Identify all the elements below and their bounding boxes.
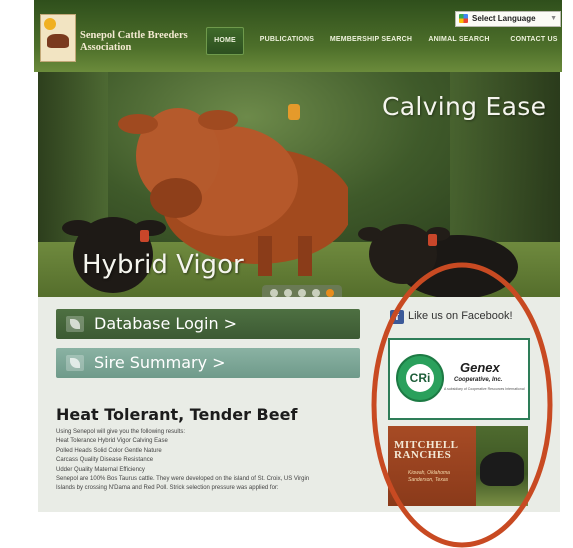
google-translate-icon bbox=[459, 14, 468, 23]
chevron-down-icon: ▼ bbox=[550, 15, 557, 22]
article-line: Carcass Quality Disease Resistance bbox=[56, 457, 154, 464]
article-line: Senepol are 100% Bos Taurus cattle. They… bbox=[56, 476, 310, 483]
article-line: Polled Heads Solid Color Gentle Nature bbox=[56, 447, 162, 454]
genex-seal-text: CRi bbox=[406, 364, 434, 392]
black-calf-left-image bbox=[62, 217, 166, 293]
hero-slideshow[interactable]: Calving Ease Hybrid Vigor bbox=[38, 72, 560, 297]
slide-dot-1[interactable] bbox=[270, 289, 278, 297]
slide-dot-4[interactable] bbox=[312, 289, 320, 297]
website-page: Senepol Cattle Breeders Association HOME… bbox=[0, 0, 573, 548]
bull-image bbox=[480, 452, 524, 486]
slide-dot-2[interactable] bbox=[284, 289, 292, 297]
slide-dot-3[interactable] bbox=[298, 289, 306, 297]
article-line: Heat Tolerance Hybrid Vigor Calving Ease bbox=[56, 438, 168, 445]
black-calf-right-image bbox=[358, 224, 518, 297]
genex-name: Genex bbox=[460, 360, 500, 375]
mitchell-locations: Kiowah, Oklahoma Sanderson, Texas bbox=[408, 470, 450, 484]
mitchell-ranches-ad-banner[interactable]: MITCHELL RANCHES Kiowah, Oklahoma Sander… bbox=[388, 426, 528, 506]
language-select-label: Select Language bbox=[472, 14, 536, 23]
nav-membership-search[interactable]: MEMBERSHIP SEARCH bbox=[328, 27, 414, 53]
cow-icon bbox=[47, 34, 69, 48]
database-login-button[interactable]: Database Login > bbox=[56, 309, 360, 339]
genex-ad-banner[interactable]: CRi Genex Cooperative, Inc. A subsidiary… bbox=[388, 338, 530, 420]
hero-caption-hybrid-vigor: Hybrid Vigor bbox=[82, 250, 244, 280]
genex-subtitle: Cooperative, Inc. bbox=[454, 377, 503, 383]
slide-dot-5[interactable] bbox=[326, 289, 334, 297]
leaf-icon bbox=[66, 355, 84, 371]
article-line: Udder Quality Maternal Efficiency bbox=[56, 466, 145, 473]
sire-summary-label: Sire Summary > bbox=[94, 353, 226, 372]
site-header: Senepol Cattle Breeders Association HOME… bbox=[34, 0, 562, 72]
leaf-icon bbox=[66, 316, 84, 332]
sun-icon bbox=[44, 18, 56, 30]
association-logo[interactable] bbox=[40, 14, 76, 62]
article-line: Islands by crossing N'Dama and Red Poll.… bbox=[56, 485, 279, 492]
mitchell-ranches-name: MITCHELL RANCHES bbox=[394, 440, 459, 461]
mitchell-name-line2: RANCHES bbox=[394, 449, 452, 461]
bull-photo bbox=[476, 426, 528, 506]
sire-summary-button[interactable]: Sire Summary > bbox=[56, 348, 360, 378]
article-line: Using Senepol will give you the followin… bbox=[56, 429, 186, 435]
facebook-icon: f bbox=[390, 310, 404, 324]
genex-tagline: A subsidiary of Cooperative Resources In… bbox=[444, 387, 525, 391]
mitchell-location-1: Kiowah, Oklahoma bbox=[408, 470, 450, 476]
article-body: Using Senepol will give you the followin… bbox=[56, 428, 356, 494]
nav-publications[interactable]: PUBLICATIONS bbox=[256, 27, 318, 53]
language-select[interactable]: Select Language ▼ bbox=[455, 11, 561, 27]
nav-animal-search[interactable]: ANIMAL SEARCH bbox=[424, 27, 494, 53]
article-heading: Heat Tolerant, Tender Beef bbox=[56, 405, 298, 424]
facebook-like-text: Like us on Facebook! bbox=[408, 310, 513, 322]
hero-caption-calving-ease: Calving Ease bbox=[382, 92, 547, 121]
mitchell-location-2: Sanderson, Texas bbox=[408, 477, 449, 483]
database-login-label: Database Login > bbox=[94, 314, 238, 333]
nav-home[interactable]: HOME bbox=[206, 27, 244, 55]
nav-contact-us[interactable]: CONTACT US bbox=[504, 27, 564, 53]
genex-seal-logo: CRi bbox=[396, 354, 444, 402]
org-name[interactable]: Senepol Cattle Breeders Association bbox=[80, 30, 190, 54]
